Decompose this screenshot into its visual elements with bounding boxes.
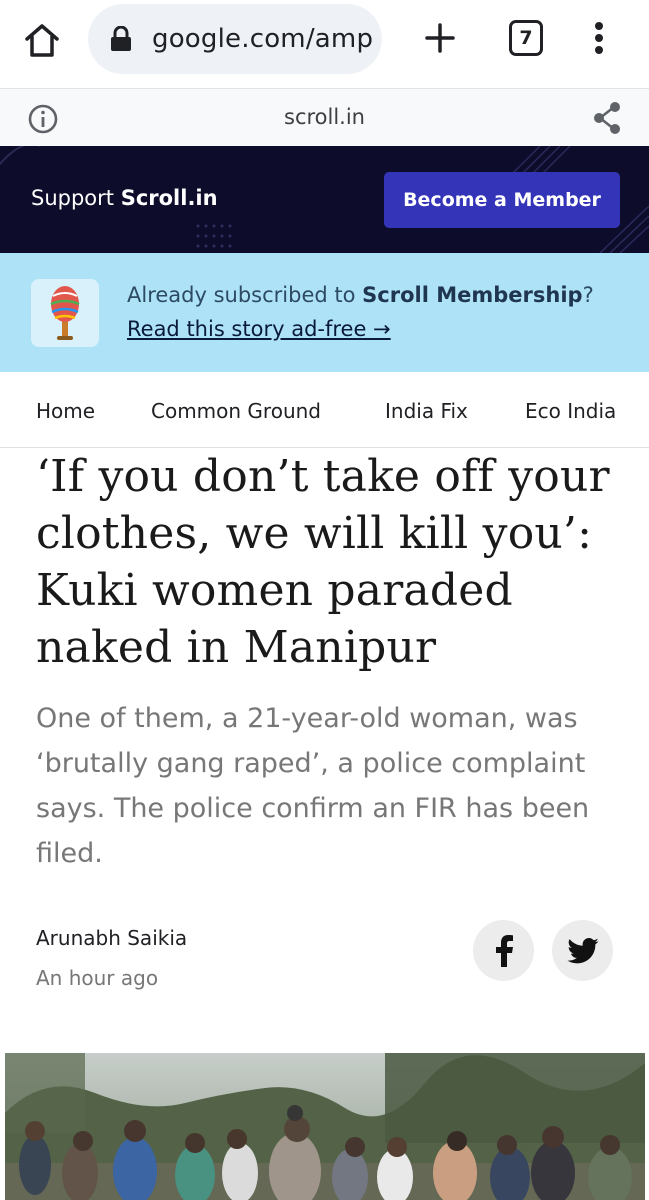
amp-domain: scroll.in bbox=[284, 105, 365, 129]
amp-header-bar: scroll.in bbox=[0, 88, 649, 146]
ad-free-link[interactable]: Read this story ad-free → bbox=[127, 317, 391, 341]
membership-promo: Already subscribed to Scroll Membership?… bbox=[0, 253, 649, 372]
browser-toolbar: google.com/amp 7 bbox=[0, 0, 649, 88]
tab-switcher-button[interactable]: 7 bbox=[509, 20, 543, 56]
microphone-icon bbox=[31, 279, 99, 347]
become-member-button[interactable]: Become a Member bbox=[384, 172, 620, 228]
membership-name: Scroll Membership bbox=[362, 283, 583, 307]
membership-question: Already subscribed to Scroll Membership? bbox=[127, 283, 594, 307]
nav-item-eco-india[interactable]: Eco India bbox=[525, 399, 616, 423]
url-text: google.com/amp bbox=[152, 24, 374, 54]
support-text: Support Scroll.in bbox=[31, 186, 218, 210]
article-standfirst: One of them, a 21-year-old woman, was ‘b… bbox=[36, 703, 590, 869]
article-hero-image bbox=[5, 1053, 645, 1200]
nav-item-home[interactable]: Home bbox=[36, 399, 95, 423]
support-brand: Scroll.in bbox=[120, 186, 218, 210]
twitter-share-button[interactable] bbox=[552, 920, 613, 981]
twitter-icon bbox=[566, 937, 599, 963]
share-icon[interactable] bbox=[592, 101, 622, 135]
lock-icon bbox=[111, 26, 131, 51]
support-prefix: Support bbox=[31, 186, 121, 210]
more-vert-icon[interactable] bbox=[586, 18, 612, 58]
nav-item-common-ground[interactable]: Common Ground bbox=[151, 399, 321, 423]
article-headline: ‘If you don’t take off your clothes, we … bbox=[36, 451, 610, 673]
promo-suffix: ? bbox=[582, 283, 594, 307]
author-name[interactable]: Arunabh Saikia bbox=[36, 926, 187, 950]
address-bar[interactable]: google.com/amp bbox=[88, 4, 382, 74]
facebook-share-button[interactable] bbox=[473, 920, 534, 981]
facebook-icon bbox=[495, 934, 513, 967]
home-icon[interactable] bbox=[22, 20, 62, 60]
tab-count: 7 bbox=[519, 27, 533, 49]
support-banner: Support Scroll.in Become a Member bbox=[0, 146, 649, 253]
hero-photo bbox=[5, 1053, 645, 1200]
nav-item-india-fix[interactable]: India Fix bbox=[385, 399, 468, 423]
published-time: An hour ago bbox=[36, 966, 159, 990]
section-nav: Home Common Ground India Fix Eco India bbox=[0, 372, 649, 448]
plus-icon[interactable] bbox=[420, 18, 460, 58]
promo-prefix: Already subscribed to bbox=[127, 283, 363, 307]
